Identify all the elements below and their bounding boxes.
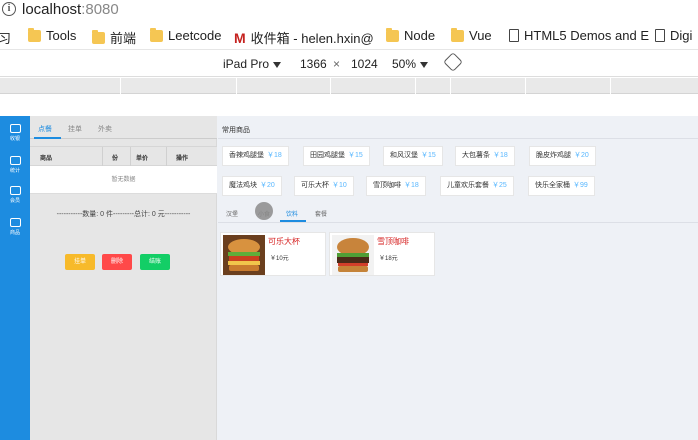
goods-icon bbox=[9, 218, 21, 227]
media-query-ruler[interactable] bbox=[0, 78, 698, 94]
stats-icon bbox=[9, 156, 21, 165]
bookmark-vue[interactable]: Vue bbox=[451, 27, 492, 43]
nav-item-goods[interactable]: 商品 bbox=[0, 218, 30, 236]
bookmark-html5-demos[interactable]: HTML5 Demos and E bbox=[509, 28, 649, 43]
frequent-item[interactable]: 快乐全家桶 ￥99 bbox=[528, 176, 595, 196]
frequent-item[interactable]: 田园鸡腿堡 ￥15 bbox=[303, 146, 370, 166]
column-qty: 份 bbox=[112, 156, 119, 162]
burger-image bbox=[223, 235, 265, 275]
frequent-item[interactable]: 脆皮炸鸡腿 ￥20 bbox=[529, 146, 596, 166]
bookmarks-bar: 习 Tools 前端 Leetcode M收件箱 - helen.hxin@ N… bbox=[0, 22, 698, 50]
device-width-input[interactable]: 1366 bbox=[300, 57, 327, 71]
folder-icon bbox=[386, 27, 399, 42]
folder-icon bbox=[451, 27, 464, 42]
dimension-separator: × bbox=[333, 57, 341, 71]
info-icon[interactable]: i bbox=[2, 2, 16, 16]
burger-image bbox=[332, 235, 374, 275]
order-summary: -----------数量: 0 件---------总计: 0 元------… bbox=[56, 211, 191, 218]
pos-app: 收银 统计 会员 商品 点餐 挂单 外卖 商品 份 单价 操作 暂无数据 ---… bbox=[0, 116, 698, 440]
column-actions: 操作 bbox=[176, 156, 189, 162]
member-icon bbox=[9, 186, 21, 195]
column-price: 单价 bbox=[136, 156, 149, 162]
device-toolbar: iPad Pro 1366 × 1024 50% bbox=[0, 51, 698, 77]
document-icon bbox=[655, 29, 665, 42]
folder-icon bbox=[150, 27, 163, 42]
bookmark-digi[interactable]: Digi bbox=[655, 28, 692, 43]
active-tab-indicator bbox=[34, 137, 61, 139]
category-tab-burger[interactable]: 汉堡 bbox=[226, 209, 238, 218]
bookmark-frontend[interactable]: 前端 bbox=[92, 28, 136, 47]
frequent-item[interactable]: 香辣鸡腿堡 ￥18 bbox=[222, 146, 289, 166]
category-tab-drinks[interactable]: 饮料 bbox=[286, 209, 298, 218]
goods-card[interactable]: 雪顶咖啡 ￥18元 bbox=[329, 232, 435, 276]
document-icon bbox=[509, 29, 519, 42]
url-text[interactable]: localhost:8080 bbox=[22, 1, 119, 18]
device-select[interactable]: iPad Pro bbox=[223, 57, 282, 71]
frequent-item[interactable]: 雪顶咖啡 ￥18 bbox=[366, 176, 426, 196]
frequent-item[interactable]: 儿童欢乐套餐 ￥25 bbox=[440, 176, 514, 196]
goods-card-name: 雪顶咖啡 bbox=[377, 237, 409, 246]
order-tabs: 点餐 挂单 外卖 bbox=[30, 116, 217, 139]
empty-data-text: 暂无数据 bbox=[30, 166, 217, 194]
viewport-margin bbox=[0, 95, 698, 116]
gmail-icon: M bbox=[234, 29, 246, 46]
goods-card-price: ￥18元 bbox=[379, 256, 398, 262]
goods-panel: 常用商品 香辣鸡腿堡 ￥18 田园鸡腿堡 ￥15 和风汉堡 ￥15 大包薯条 ￥18 脆… bbox=[218, 116, 698, 440]
delete-button[interactable]: 删除 bbox=[102, 254, 132, 270]
device-height-input[interactable]: 1024 bbox=[351, 57, 378, 71]
column-goods: 商品 bbox=[40, 156, 53, 162]
bookmark-leetcode[interactable]: Leetcode bbox=[150, 27, 222, 43]
url-bar[interactable]: i localhost:8080 bbox=[0, 0, 698, 22]
bookmark-gmail[interactable]: M 收件箱 - helen.hxin@ bbox=[234, 28, 374, 47]
tab-order[interactable]: 点餐 bbox=[38, 124, 52, 134]
nav-item-member[interactable]: 会员 bbox=[0, 186, 30, 204]
tab-takeout[interactable]: 外卖 bbox=[98, 124, 112, 134]
folder-icon bbox=[92, 29, 105, 44]
goods-card[interactable]: 可乐大杯 ￥10元 bbox=[220, 232, 326, 276]
goods-card-price: ￥10元 bbox=[270, 256, 289, 262]
section-title: 常用商品 bbox=[222, 127, 250, 134]
tab-hold[interactable]: 挂单 bbox=[68, 124, 82, 134]
folder-icon bbox=[28, 27, 41, 42]
zoom-select[interactable]: 50% bbox=[392, 57, 429, 71]
frequent-item[interactable]: 和风汉堡 ￥15 bbox=[383, 146, 443, 166]
goods-card-name: 可乐大杯 bbox=[268, 237, 300, 246]
hold-order-button[interactable]: 挂单 bbox=[65, 254, 95, 270]
frequent-item[interactable]: 大包薯条 ￥18 bbox=[455, 146, 515, 166]
nav-item-stats[interactable]: 统计 bbox=[0, 156, 30, 174]
left-nav: 收银 统计 会员 商品 bbox=[0, 116, 30, 440]
cashier-icon bbox=[9, 124, 21, 133]
touch-cursor bbox=[255, 202, 273, 220]
chevron-down-icon bbox=[420, 61, 429, 68]
chevron-down-icon bbox=[273, 61, 282, 68]
active-category-indicator bbox=[280, 220, 306, 222]
order-table-header: 商品 份 单价 操作 bbox=[30, 146, 217, 166]
bookmark-item[interactable]: 习 bbox=[0, 28, 11, 47]
bookmark-tools[interactable]: Tools bbox=[28, 27, 76, 43]
bookmark-node[interactable]: Node bbox=[386, 27, 435, 43]
checkout-button[interactable]: 结账 bbox=[140, 254, 170, 270]
nav-item-cashier[interactable]: 收银 bbox=[0, 124, 30, 142]
order-panel: 点餐 挂单 外卖 商品 份 单价 操作 暂无数据 -----------数量: … bbox=[30, 116, 217, 440]
category-tab-combo[interactable]: 套餐 bbox=[315, 209, 327, 218]
frequent-item[interactable]: 可乐大杯 ￥10 bbox=[294, 176, 354, 196]
frequent-item[interactable]: 魔法鸡块 ￥20 bbox=[222, 176, 282, 196]
